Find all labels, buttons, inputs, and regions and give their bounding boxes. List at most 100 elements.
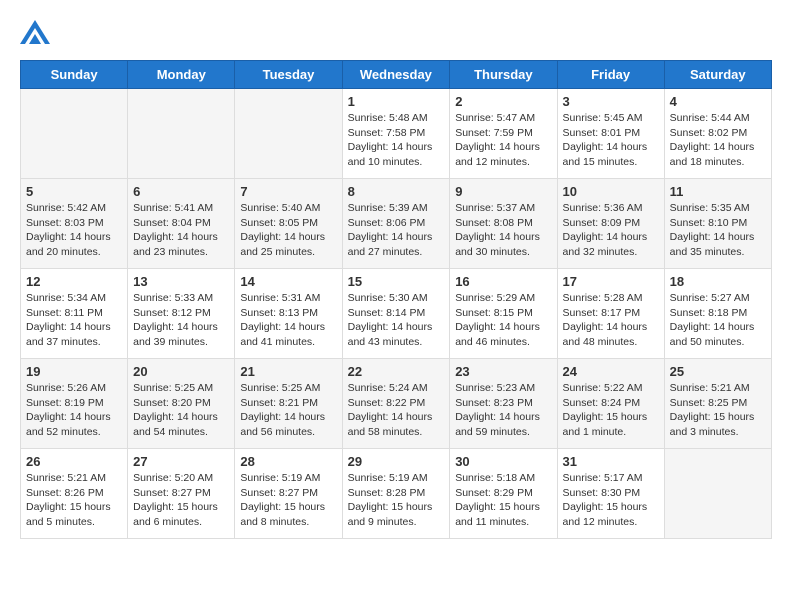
calendar-cell: 22Sunrise: 5:24 AM Sunset: 8:22 PM Dayli… — [342, 359, 450, 449]
calendar-cell: 4 Sunrise: 5:44 AM Sunset: 8:02 PM Daylig… — [664, 89, 771, 179]
calendar-cell: 9 Sunrise: 5:37 AM Sunset: 8:08 PM Daylig… — [450, 179, 557, 269]
day-number: 17 — [563, 274, 659, 289]
calendar-week-3: 12 Sunrise: 5:34 AM Sunset: 8:11 PM Dayli… — [21, 269, 772, 359]
day-info: Sunrise: 5:19 AM Sunset: 8:28 PM Dayligh… — [348, 471, 445, 530]
day-number: 1 — [348, 94, 445, 109]
day-info: Sunrise: 5:21 AM Sunset: 8:26 PM Dayligh… — [26, 471, 122, 530]
day-info: Sunrise: 5:48 AM Sunset: 7:58 PM Dayligh… — [348, 111, 445, 170]
calendar-cell: 6 Sunrise: 5:41 AM Sunset: 8:04 PM Daylig… — [128, 179, 235, 269]
calendar-cell: 24 Sunrise: 5:22 AM Sunset: 8:24 PM Dayli… — [557, 359, 664, 449]
day-number: 9 — [455, 184, 551, 199]
day-number: 24 — [563, 364, 659, 379]
day-number: 23 — [455, 364, 551, 379]
day-number: 2 — [455, 94, 551, 109]
weekday-header-tuesday: Tuesday — [235, 61, 342, 89]
day-number: 4 — [670, 94, 766, 109]
day-number: 31 — [563, 454, 659, 469]
calendar-cell: 15 Sunrise: 5:30 AM Sunset: 8:14 PM Dayli… — [342, 269, 450, 359]
calendar-cell — [664, 449, 771, 539]
day-number: 8 — [348, 184, 445, 199]
logo-icon — [20, 20, 50, 44]
day-info: Sunrise: 5:33 AM Sunset: 8:12 PM Dayligh… — [133, 291, 229, 350]
page-header — [20, 20, 772, 44]
calendar-week-2: 5 Sunrise: 5:42 AM Sunset: 8:03 PM Daylig… — [21, 179, 772, 269]
day-number: 16 — [455, 274, 551, 289]
day-number: 15 — [348, 274, 445, 289]
day-info: Sunrise: 5:19 AM Sunset: 8:27 PM Dayligh… — [240, 471, 336, 530]
calendar-cell: 1 Sunrise: 5:48 AM Sunset: 7:58 PM Daylig… — [342, 89, 450, 179]
calendar-cell: 11Sunrise: 5:35 AM Sunset: 8:10 PM Dayli… — [664, 179, 771, 269]
day-info: Sunrise: 5:39 AM Sunset: 8:06 PM Dayligh… — [348, 201, 445, 260]
day-info: Sunrise: 5:34 AM Sunset: 8:11 PM Dayligh… — [26, 291, 122, 350]
calendar-cell: 17 Sunrise: 5:28 AM Sunset: 8:17 PM Dayli… — [557, 269, 664, 359]
day-number: 28 — [240, 454, 336, 469]
day-number: 11 — [670, 184, 766, 199]
calendar-header-row: SundayMondayTuesdayWednesdayThursdayFrid… — [21, 61, 772, 89]
calendar-cell: 30Sunrise: 5:18 AM Sunset: 8:29 PM Dayli… — [450, 449, 557, 539]
day-info: Sunrise: 5:29 AM Sunset: 8:15 PM Dayligh… — [455, 291, 551, 350]
day-number: 12 — [26, 274, 122, 289]
day-number: 13 — [133, 274, 229, 289]
calendar-cell: 23 Sunrise: 5:23 AM Sunset: 8:23 PM Dayli… — [450, 359, 557, 449]
day-info: Sunrise: 5:42 AM Sunset: 8:03 PM Dayligh… — [26, 201, 122, 260]
day-number: 30 — [455, 454, 551, 469]
day-info: Sunrise: 5:41 AM Sunset: 8:04 PM Dayligh… — [133, 201, 229, 260]
day-info: Sunrise: 5:21 AM Sunset: 8:25 PM Dayligh… — [670, 381, 766, 440]
day-info: Sunrise: 5:30 AM Sunset: 8:14 PM Dayligh… — [348, 291, 445, 350]
calendar-cell: 7 Sunrise: 5:40 AM Sunset: 8:05 PM Daylig… — [235, 179, 342, 269]
weekday-header-friday: Friday — [557, 61, 664, 89]
logo — [20, 20, 54, 44]
calendar-cell — [21, 89, 128, 179]
day-number: 6 — [133, 184, 229, 199]
calendar-table: SundayMondayTuesdayWednesdayThursdayFrid… — [20, 60, 772, 539]
day-number: 21 — [240, 364, 336, 379]
day-info: Sunrise: 5:20 AM Sunset: 8:27 PM Dayligh… — [133, 471, 229, 530]
calendar-week-5: 26 Sunrise: 5:21 AM Sunset: 8:26 PM Dayli… — [21, 449, 772, 539]
calendar-cell: 18 Sunrise: 5:27 AM Sunset: 8:18 PM Dayli… — [664, 269, 771, 359]
weekday-header-saturday: Saturday — [664, 61, 771, 89]
day-number: 5 — [26, 184, 122, 199]
day-info: Sunrise: 5:47 AM Sunset: 7:59 PM Dayligh… — [455, 111, 551, 170]
weekday-header-wednesday: Wednesday — [342, 61, 450, 89]
day-number: 18 — [670, 274, 766, 289]
day-info: Sunrise: 5:44 AM Sunset: 8:02 PM Dayligh… — [670, 111, 766, 170]
calendar-week-4: 19 Sunrise: 5:26 AM Sunset: 8:19 PM Dayli… — [21, 359, 772, 449]
calendar-cell: 25 Sunrise: 5:21 AM Sunset: 8:25 PM Dayli… — [664, 359, 771, 449]
calendar-week-1: 1 Sunrise: 5:48 AM Sunset: 7:58 PM Daylig… — [21, 89, 772, 179]
weekday-header-monday: Monday — [128, 61, 235, 89]
calendar-cell: 2 Sunrise: 5:47 AM Sunset: 7:59 PM Daylig… — [450, 89, 557, 179]
calendar-cell: 10Sunrise: 5:36 AM Sunset: 8:09 PM Dayli… — [557, 179, 664, 269]
day-info: Sunrise: 5:22 AM Sunset: 8:24 PM Dayligh… — [563, 381, 659, 440]
day-number: 25 — [670, 364, 766, 379]
day-info: Sunrise: 5:27 AM Sunset: 8:18 PM Dayligh… — [670, 291, 766, 350]
day-info: Sunrise: 5:17 AM Sunset: 8:30 PM Dayligh… — [563, 471, 659, 530]
day-number: 19 — [26, 364, 122, 379]
calendar-cell: 31 Sunrise: 5:17 AM Sunset: 8:30 PM Dayli… — [557, 449, 664, 539]
day-number: 27 — [133, 454, 229, 469]
day-number: 29 — [348, 454, 445, 469]
day-info: Sunrise: 5:26 AM Sunset: 8:19 PM Dayligh… — [26, 381, 122, 440]
day-number: 7 — [240, 184, 336, 199]
day-number: 10 — [563, 184, 659, 199]
day-info: Sunrise: 5:28 AM Sunset: 8:17 PM Dayligh… — [563, 291, 659, 350]
weekday-header-thursday: Thursday — [450, 61, 557, 89]
day-info: Sunrise: 5:23 AM Sunset: 8:23 PM Dayligh… — [455, 381, 551, 440]
calendar-cell: 8 Sunrise: 5:39 AM Sunset: 8:06 PM Daylig… — [342, 179, 450, 269]
calendar-cell — [235, 89, 342, 179]
calendar-cell: 20Sunrise: 5:25 AM Sunset: 8:20 PM Dayli… — [128, 359, 235, 449]
day-info: Sunrise: 5:31 AM Sunset: 8:13 PM Dayligh… — [240, 291, 336, 350]
day-number: 20 — [133, 364, 229, 379]
day-info: Sunrise: 5:45 AM Sunset: 8:01 PM Dayligh… — [563, 111, 659, 170]
calendar-cell: 12 Sunrise: 5:34 AM Sunset: 8:11 PM Dayli… — [21, 269, 128, 359]
day-number: 14 — [240, 274, 336, 289]
day-info: Sunrise: 5:37 AM Sunset: 8:08 PM Dayligh… — [455, 201, 551, 260]
day-info: Sunrise: 5:24 AM Sunset: 8:22 PM Dayligh… — [348, 381, 445, 440]
calendar-cell: 29 Sunrise: 5:19 AM Sunset: 8:28 PM Dayli… — [342, 449, 450, 539]
day-number: 3 — [563, 94, 659, 109]
calendar-cell: 21Sunrise: 5:25 AM Sunset: 8:21 PM Dayli… — [235, 359, 342, 449]
day-number: 26 — [26, 454, 122, 469]
calendar-cell: 28 Sunrise: 5:19 AM Sunset: 8:27 PM Dayli… — [235, 449, 342, 539]
day-info: Sunrise: 5:40 AM Sunset: 8:05 PM Dayligh… — [240, 201, 336, 260]
calendar-cell: 19 Sunrise: 5:26 AM Sunset: 8:19 PM Dayli… — [21, 359, 128, 449]
calendar-cell: 16 Sunrise: 5:29 AM Sunset: 8:15 PM Dayli… — [450, 269, 557, 359]
